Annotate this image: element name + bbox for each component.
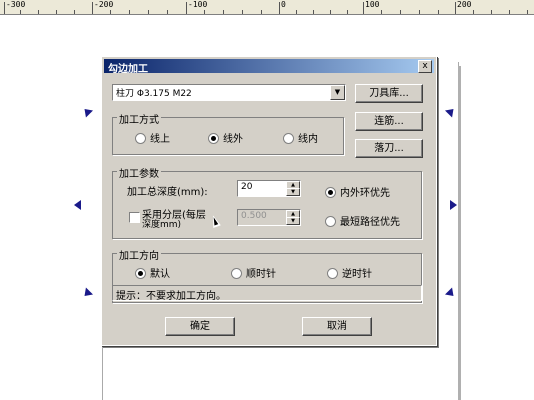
- radio-dot-selected: [135, 268, 146, 279]
- layer-depth-input[interactable]: 0.500 ▲ ▼: [237, 209, 301, 226]
- ruler-label: -300: [6, 0, 26, 9]
- selection-handle-middle-right[interactable]: [450, 200, 457, 210]
- link-button[interactable]: 连筋...: [355, 112, 423, 131]
- ruler-label: -100: [188, 0, 208, 9]
- radio-on-line[interactable]: 线上: [135, 130, 170, 145]
- ruler-tick: [455, 2, 456, 14]
- radio-inside-line[interactable]: 线内: [283, 130, 318, 145]
- ok-button[interactable]: 确定: [165, 317, 235, 336]
- radio-clockwise[interactable]: 顺时针: [231, 265, 276, 280]
- selection-handle-bottom-left[interactable]: [80, 287, 94, 300]
- radio-counterclockwise[interactable]: 逆时针: [327, 265, 372, 280]
- radio-shortest-path-first[interactable]: 最短路径优先: [325, 213, 400, 228]
- radio-inner-outer-first[interactable]: 内外环优先: [325, 184, 390, 199]
- radio-dot: [283, 133, 294, 144]
- ruler-label: 100: [365, 0, 380, 9]
- total-depth-label: 加工总深度(mm):: [127, 187, 208, 198]
- ruler-tick: [363, 2, 364, 14]
- page-shadow: [458, 66, 461, 400]
- ruler-tick: [4, 2, 5, 14]
- ruler-label: 200: [457, 0, 472, 9]
- spin-down-icon[interactable]: ▼: [286, 188, 300, 196]
- tool-select[interactable]: 柱刀 Φ3.175 M22 ▼: [112, 84, 346, 101]
- ruler-label: -200: [94, 0, 114, 9]
- ruler-label: 0: [281, 0, 286, 9]
- outline-machining-dialog: 勾边加工 x 柱刀 Φ3.175 M22 ▼ 刀具库... 连筋... 落刀..…: [101, 56, 437, 346]
- layered-label-line2: 深度mm): [142, 220, 182, 230]
- hint-bar: 提示：不要求加工方向。: [112, 285, 422, 302]
- radio-dot-selected: [208, 133, 219, 144]
- chevron-down-icon[interactable]: ▼: [330, 85, 345, 100]
- dialog-title: 勾边加工: [108, 64, 148, 75]
- radio-outside-line[interactable]: 线外: [208, 130, 243, 145]
- group-legend: 加工参数: [117, 165, 161, 180]
- drop-knife-button[interactable]: 落刀...: [355, 139, 423, 158]
- tool-library-button[interactable]: 刀具库...: [355, 84, 423, 103]
- selection-handle-top-left[interactable]: [80, 105, 94, 118]
- machining-method-group: 加工方式 线上 线外 线内: [112, 111, 344, 155]
- horizontal-ruler: -300 -200 -100 0 100 200: [0, 0, 534, 15]
- ruler-tick: [279, 2, 280, 14]
- radio-default-direction[interactable]: 默认: [135, 265, 170, 280]
- close-button[interactable]: x: [418, 60, 432, 73]
- selection-handle-middle-left[interactable]: [74, 200, 81, 210]
- radio-dot: [325, 216, 336, 227]
- layered-checkbox[interactable]: [129, 212, 140, 223]
- dialog-titlebar[interactable]: 勾边加工 x: [104, 59, 434, 75]
- tool-select-value: 柱刀 Φ3.175 M22: [116, 89, 192, 99]
- radio-dot: [135, 133, 146, 144]
- machining-params-group: 加工参数 加工总深度(mm): 20 ▲ ▼ 内外环优先 采用分层(每层 深度m…: [112, 165, 422, 239]
- cancel-button[interactable]: 取消: [302, 317, 372, 336]
- radio-dot-selected: [325, 187, 336, 198]
- group-legend: 加工方式: [117, 111, 161, 126]
- radio-dot: [231, 268, 242, 279]
- radio-dot: [327, 268, 338, 279]
- ruler-tick: [186, 2, 187, 14]
- group-legend: 加工方向: [117, 247, 161, 262]
- spin-down-icon[interactable]: ▼: [286, 217, 300, 225]
- ruler-tick: [92, 2, 93, 14]
- hint-text: 提示：不要求加工方向。: [116, 291, 226, 302]
- total-depth-input[interactable]: 20 ▲ ▼: [237, 180, 301, 197]
